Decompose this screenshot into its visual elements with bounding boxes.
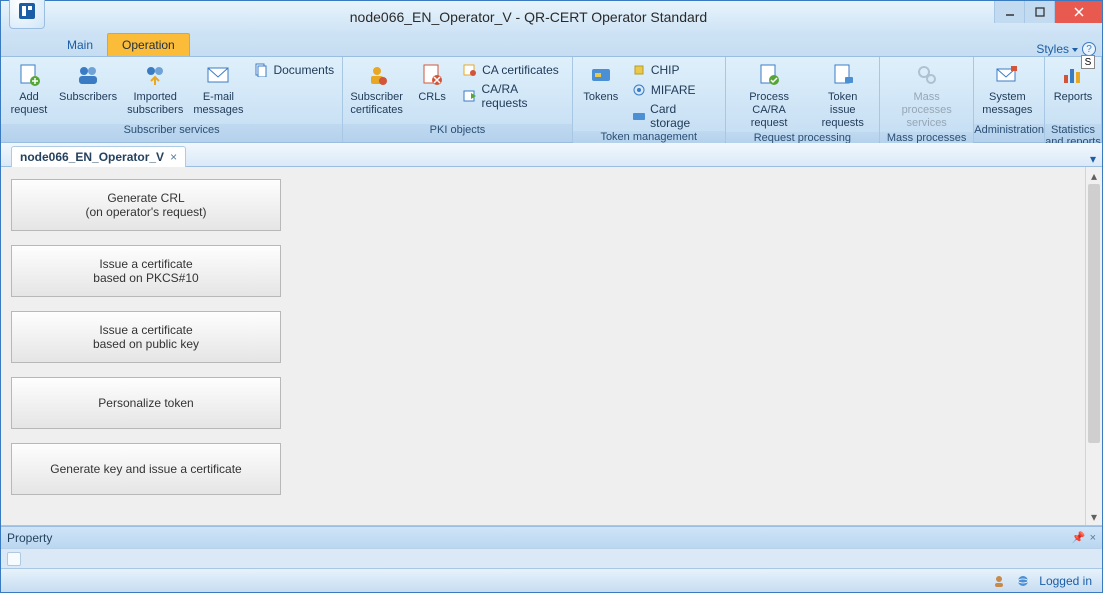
issue-cert-pkcs10-button[interactable]: Issue a certificate based on PKCS#10 bbox=[11, 245, 281, 297]
login-status: Logged in bbox=[1039, 574, 1092, 588]
token-issue-icon bbox=[829, 61, 857, 89]
envelope-icon bbox=[204, 61, 232, 89]
documents-icon bbox=[253, 62, 269, 78]
property-title: Property bbox=[7, 531, 52, 545]
app-logo-icon bbox=[17, 1, 37, 21]
property-panel-header: Property 📌 × bbox=[1, 526, 1102, 548]
app-window: node066_EN_Operator_V - QR-CERT Operator… bbox=[0, 0, 1103, 593]
document-tab-close[interactable]: × bbox=[170, 150, 177, 164]
ribbon-tabs: Main Operation Styles ? bbox=[1, 33, 1102, 57]
property-placeholder-icon bbox=[7, 552, 21, 566]
chip-button[interactable]: CHIP bbox=[627, 61, 721, 79]
titlebar: node066_EN_Operator_V - QR-CERT Operator… bbox=[1, 1, 1102, 33]
generate-key-issue-cert-button[interactable]: Generate key and issue a certificate bbox=[11, 443, 281, 495]
document-tab[interactable]: node066_EN_Operator_V × bbox=[11, 146, 186, 167]
group-statistics: Statistics and reports bbox=[1045, 124, 1101, 142]
users-import-icon bbox=[141, 61, 169, 89]
card-storage-button[interactable]: Card storage bbox=[627, 101, 721, 131]
mass-processes-services-button[interactable]: Mass processes services bbox=[884, 59, 969, 132]
accelerator-key-hint: S bbox=[1081, 55, 1095, 69]
ca-certificates-button[interactable]: CA certificates bbox=[458, 61, 568, 79]
group-token-management: Token management bbox=[573, 131, 725, 143]
issue-cert-pubkey-button[interactable]: Issue a certificate based on public key bbox=[11, 311, 281, 363]
mifare-icon bbox=[631, 82, 647, 98]
close-button[interactable] bbox=[1054, 1, 1102, 23]
scroll-thumb[interactable] bbox=[1088, 184, 1100, 443]
email-messages-button[interactable]: E-mail messages bbox=[189, 59, 247, 119]
cara-request-icon bbox=[462, 88, 477, 104]
system-messages-button[interactable]: System messages bbox=[978, 59, 1036, 119]
crls-button[interactable]: CRLs bbox=[408, 59, 456, 106]
connection-status-icon bbox=[1015, 573, 1031, 589]
mifare-button[interactable]: MIFARE bbox=[627, 81, 721, 99]
caret-down-icon bbox=[1072, 48, 1078, 52]
group-administration: Administration bbox=[974, 124, 1044, 142]
property-pin-button[interactable]: 📌 bbox=[1072, 531, 1086, 544]
process-request-icon bbox=[755, 61, 783, 89]
gears-icon bbox=[913, 61, 941, 89]
imported-subscribers-button[interactable]: Imported subscribers bbox=[123, 59, 187, 119]
subscribers-button[interactable]: Subscribers bbox=[55, 59, 121, 106]
document-add-icon bbox=[15, 61, 43, 89]
app-menu-button[interactable] bbox=[9, 0, 45, 29]
minimize-button[interactable] bbox=[994, 1, 1024, 23]
tab-list-dropdown[interactable]: ▾ bbox=[1090, 152, 1096, 166]
envelope-flag-icon bbox=[993, 61, 1021, 89]
document-tab-strip: node066_EN_Operator_V × ▾ bbox=[1, 143, 1102, 167]
document-tab-label: node066_EN_Operator_V bbox=[20, 150, 164, 164]
window-title: node066_EN_Operator_V - QR-CERT Operator… bbox=[63, 9, 994, 25]
certificate-user-icon bbox=[363, 61, 391, 89]
tab-operation[interactable]: Operation bbox=[107, 33, 190, 56]
token-icon bbox=[587, 61, 615, 89]
status-bar: Logged in bbox=[1, 568, 1102, 592]
card-storage-icon bbox=[631, 108, 646, 124]
user-status-icon bbox=[991, 573, 1007, 589]
personalize-token-button[interactable]: Personalize token bbox=[11, 377, 281, 429]
tokens-button[interactable]: Tokens bbox=[577, 59, 625, 106]
token-issue-requests-button[interactable]: Token issue requests bbox=[810, 59, 875, 132]
styles-dropdown[interactable]: Styles bbox=[1036, 42, 1078, 56]
property-close-button[interactable]: × bbox=[1090, 532, 1096, 544]
documents-button[interactable]: Documents bbox=[249, 61, 338, 79]
group-pki-objects: PKI objects bbox=[343, 124, 572, 142]
operation-panel: Generate CRL (on operator's request) Iss… bbox=[1, 167, 1085, 525]
process-cara-button[interactable]: Process CA/RA request bbox=[730, 59, 809, 132]
scroll-down-arrow[interactable]: ▾ bbox=[1086, 508, 1102, 525]
vertical-scrollbar[interactable]: ▴ ▾ bbox=[1085, 167, 1102, 525]
crl-icon bbox=[418, 61, 446, 89]
add-request-button[interactable]: Add request bbox=[5, 59, 53, 119]
subscriber-certificates-button[interactable]: Subscriber certificates bbox=[347, 59, 406, 119]
cara-requests-button[interactable]: CA/RA requests bbox=[458, 81, 568, 111]
property-panel-body bbox=[1, 548, 1102, 568]
scroll-up-arrow[interactable]: ▴ bbox=[1086, 167, 1102, 184]
tab-main[interactable]: Main bbox=[53, 34, 107, 56]
maximize-button[interactable] bbox=[1024, 1, 1054, 23]
group-subscriber-services: Subscriber services bbox=[1, 124, 342, 142]
generate-crl-button[interactable]: Generate CRL (on operator's request) bbox=[11, 179, 281, 231]
ribbon: Add request Subscribers Imported subscri… bbox=[1, 57, 1102, 143]
users-icon bbox=[74, 61, 102, 89]
chip-icon bbox=[631, 62, 647, 78]
help-button[interactable]: ? bbox=[1082, 42, 1096, 56]
ca-cert-icon bbox=[462, 62, 478, 78]
